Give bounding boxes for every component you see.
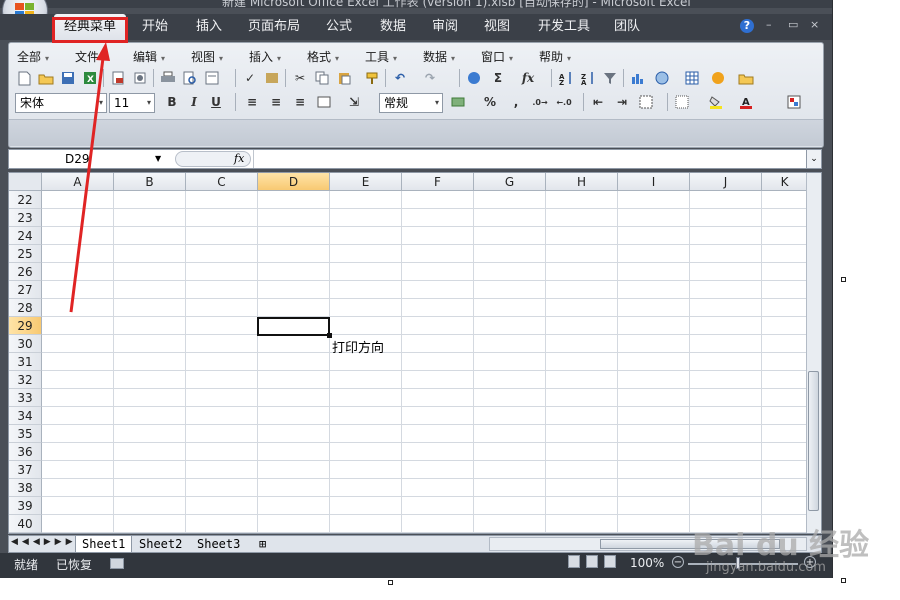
watermark-brand: Bai du 经验 xyxy=(692,528,870,563)
resize-handle[interactable] xyxy=(841,277,846,282)
watermark-url: jingyan.baidu.com xyxy=(706,560,826,575)
annotation-arrow xyxy=(69,42,110,313)
resize-handle[interactable] xyxy=(841,578,846,583)
resize-handle[interactable] xyxy=(388,580,393,585)
